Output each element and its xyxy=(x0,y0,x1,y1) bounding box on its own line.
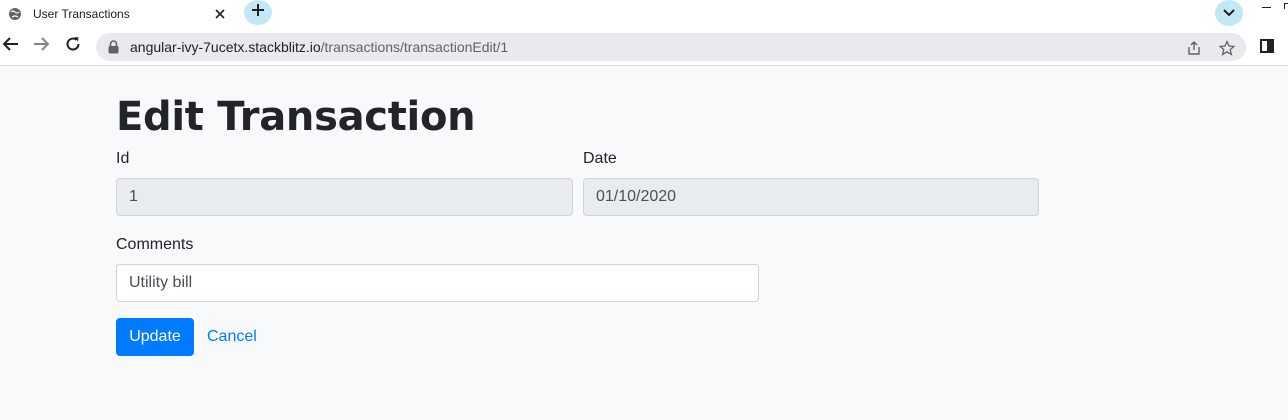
id-field[interactable]: 1 xyxy=(116,178,573,216)
comments-input[interactable]: Utility bill xyxy=(116,264,759,302)
date-label: Date xyxy=(583,150,617,167)
back-arrow-icon xyxy=(2,36,19,56)
forward-arrow-icon xyxy=(33,36,50,56)
comments-value: Utility bill xyxy=(129,274,193,291)
date-value: 01/10/2020 xyxy=(596,188,677,205)
browser-tab[interactable]: User Transactions xyxy=(0,0,238,27)
lock-icon[interactable] xyxy=(108,40,120,54)
cancel-link[interactable]: Cancel xyxy=(207,328,257,346)
side-panel-icon xyxy=(1260,39,1274,57)
share-icon[interactable] xyxy=(1186,40,1202,56)
page-content: Edit Transaction Id 1 Date 01/10/2020 Co… xyxy=(0,66,1288,420)
date-field[interactable]: 01/10/2020 xyxy=(583,178,1039,216)
tab-strip: User Transactions xyxy=(0,0,1288,27)
browser-toolbar: angular-ivy-7ucetx.stackblitz.io/transac… xyxy=(0,27,1288,66)
maximize-button[interactable] xyxy=(1284,3,1288,9)
id-label: Id xyxy=(116,150,130,167)
tab-search-button[interactable] xyxy=(1215,0,1243,26)
minimize-button[interactable] xyxy=(1262,7,1271,8)
globe-icon xyxy=(8,7,22,21)
url-path: /transactions/transactionEdit/1 xyxy=(320,39,509,55)
star-icon[interactable] xyxy=(1219,40,1235,56)
reload-button[interactable] xyxy=(62,35,84,57)
back-button[interactable] xyxy=(0,35,22,57)
new-tab-button[interactable] xyxy=(244,0,272,25)
reload-icon xyxy=(65,36,81,57)
address-url: angular-ivy-7ucetx.stackblitz.io/transac… xyxy=(130,39,508,55)
close-icon[interactable] xyxy=(212,6,228,22)
address-bar[interactable]: angular-ivy-7ucetx.stackblitz.io/transac… xyxy=(96,33,1246,61)
tab-title: User Transactions xyxy=(33,6,130,21)
chevron-down-icon xyxy=(1223,4,1235,22)
page-title: Edit Transaction xyxy=(116,94,476,140)
comments-label: Comments xyxy=(116,236,194,253)
plus-icon xyxy=(251,3,265,22)
update-button[interactable]: Update xyxy=(116,318,194,356)
forward-button[interactable] xyxy=(30,35,52,57)
side-panel-button[interactable] xyxy=(1260,39,1276,55)
url-host: angular-ivy-7ucetx.stackblitz.io xyxy=(130,39,321,55)
id-value: 1 xyxy=(129,188,138,205)
